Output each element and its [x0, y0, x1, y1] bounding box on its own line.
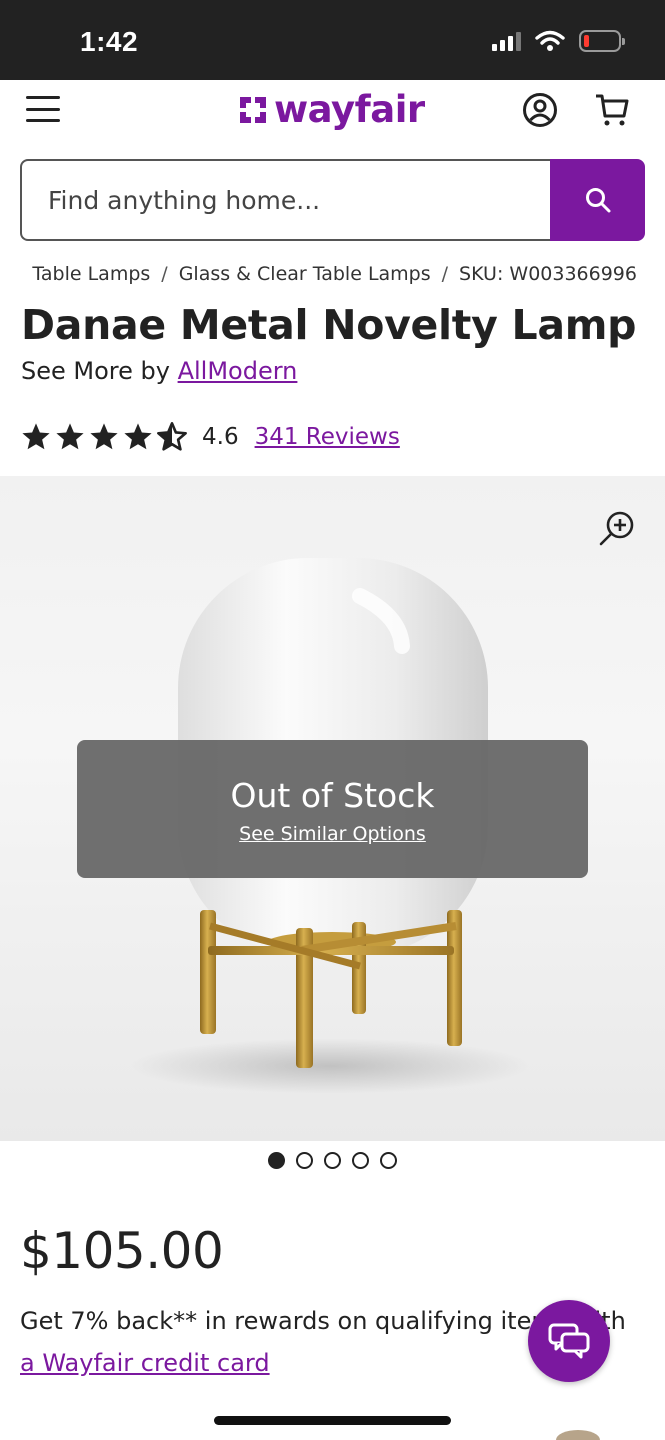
star-rating: [20, 421, 188, 453]
reviews-link[interactable]: 341 Reviews: [255, 424, 400, 450]
brand-link[interactable]: AllModern: [178, 357, 298, 385]
star-icon: [56, 423, 84, 450]
breadcrumb-item[interactable]: Table Lamps: [32, 263, 150, 285]
star-icon: [22, 423, 50, 450]
site-header: wayfair: [0, 80, 665, 148]
chat-icon: [548, 1323, 590, 1359]
out-of-stock-overlay: Out of Stock See Similar Options: [77, 740, 588, 878]
breadcrumb-item[interactable]: Glass & Clear Table Lamps: [179, 263, 431, 285]
home-indicator: [214, 1416, 451, 1425]
account-icon[interactable]: [522, 92, 558, 128]
rating-row: 4.6 341 Reviews: [20, 421, 400, 453]
see-more-prefix: See More by: [21, 357, 178, 385]
battery-icon: [579, 30, 625, 52]
search-bar: [20, 159, 645, 241]
product-image[interactable]: Out of Stock See Similar Options: [0, 476, 665, 1141]
chat-button[interactable]: [528, 1300, 610, 1382]
carousel-dot[interactable]: [352, 1152, 369, 1169]
carousel-dot[interactable]: [296, 1152, 313, 1169]
star-icon: [124, 423, 152, 450]
product-price: $105.00: [20, 1222, 224, 1280]
product-title: Danae Metal Novelty Lamp: [21, 301, 637, 349]
logo-mark-icon: [240, 96, 266, 123]
see-similar-options-link[interactable]: See Similar Options: [239, 823, 426, 845]
cart-icon[interactable]: [594, 92, 630, 128]
breadcrumb-separator: /: [161, 263, 168, 285]
wayfair-logo[interactable]: wayfair: [236, 88, 425, 131]
search-button[interactable]: [550, 159, 645, 241]
zoom-in-icon[interactable]: [598, 510, 636, 548]
breadcrumb-separator: /: [441, 263, 449, 285]
sku-label: SKU: W003366996: [459, 263, 637, 285]
carousel-dot[interactable]: [380, 1152, 397, 1169]
credit-card-link[interactable]: a Wayfair credit card: [20, 1349, 270, 1377]
status-time: 1:42: [80, 26, 139, 57]
star-icon: [90, 423, 118, 450]
status-icons: [492, 30, 625, 52]
wifi-icon: [535, 30, 565, 51]
see-more-by: See More by AllModern: [21, 357, 297, 385]
carousel-dots: [268, 1152, 397, 1169]
status-bar: 1:42: [0, 0, 665, 80]
carousel-dot[interactable]: [324, 1152, 341, 1169]
carousel-dot[interactable]: [268, 1152, 285, 1169]
logo-text: wayfair: [274, 88, 425, 131]
search-icon: [585, 188, 610, 213]
breadcrumb: Table Lamps / Glass & Clear Table Lamps …: [0, 261, 665, 291]
signal-icon: [492, 31, 521, 51]
rating-value: 4.6: [202, 424, 239, 450]
partial-thumbnail: [556, 1430, 600, 1440]
search-input[interactable]: [20, 159, 550, 241]
menu-icon[interactable]: [26, 96, 60, 122]
out-of-stock-title: Out of Stock: [230, 776, 435, 815]
half-star-icon: [157, 422, 187, 451]
